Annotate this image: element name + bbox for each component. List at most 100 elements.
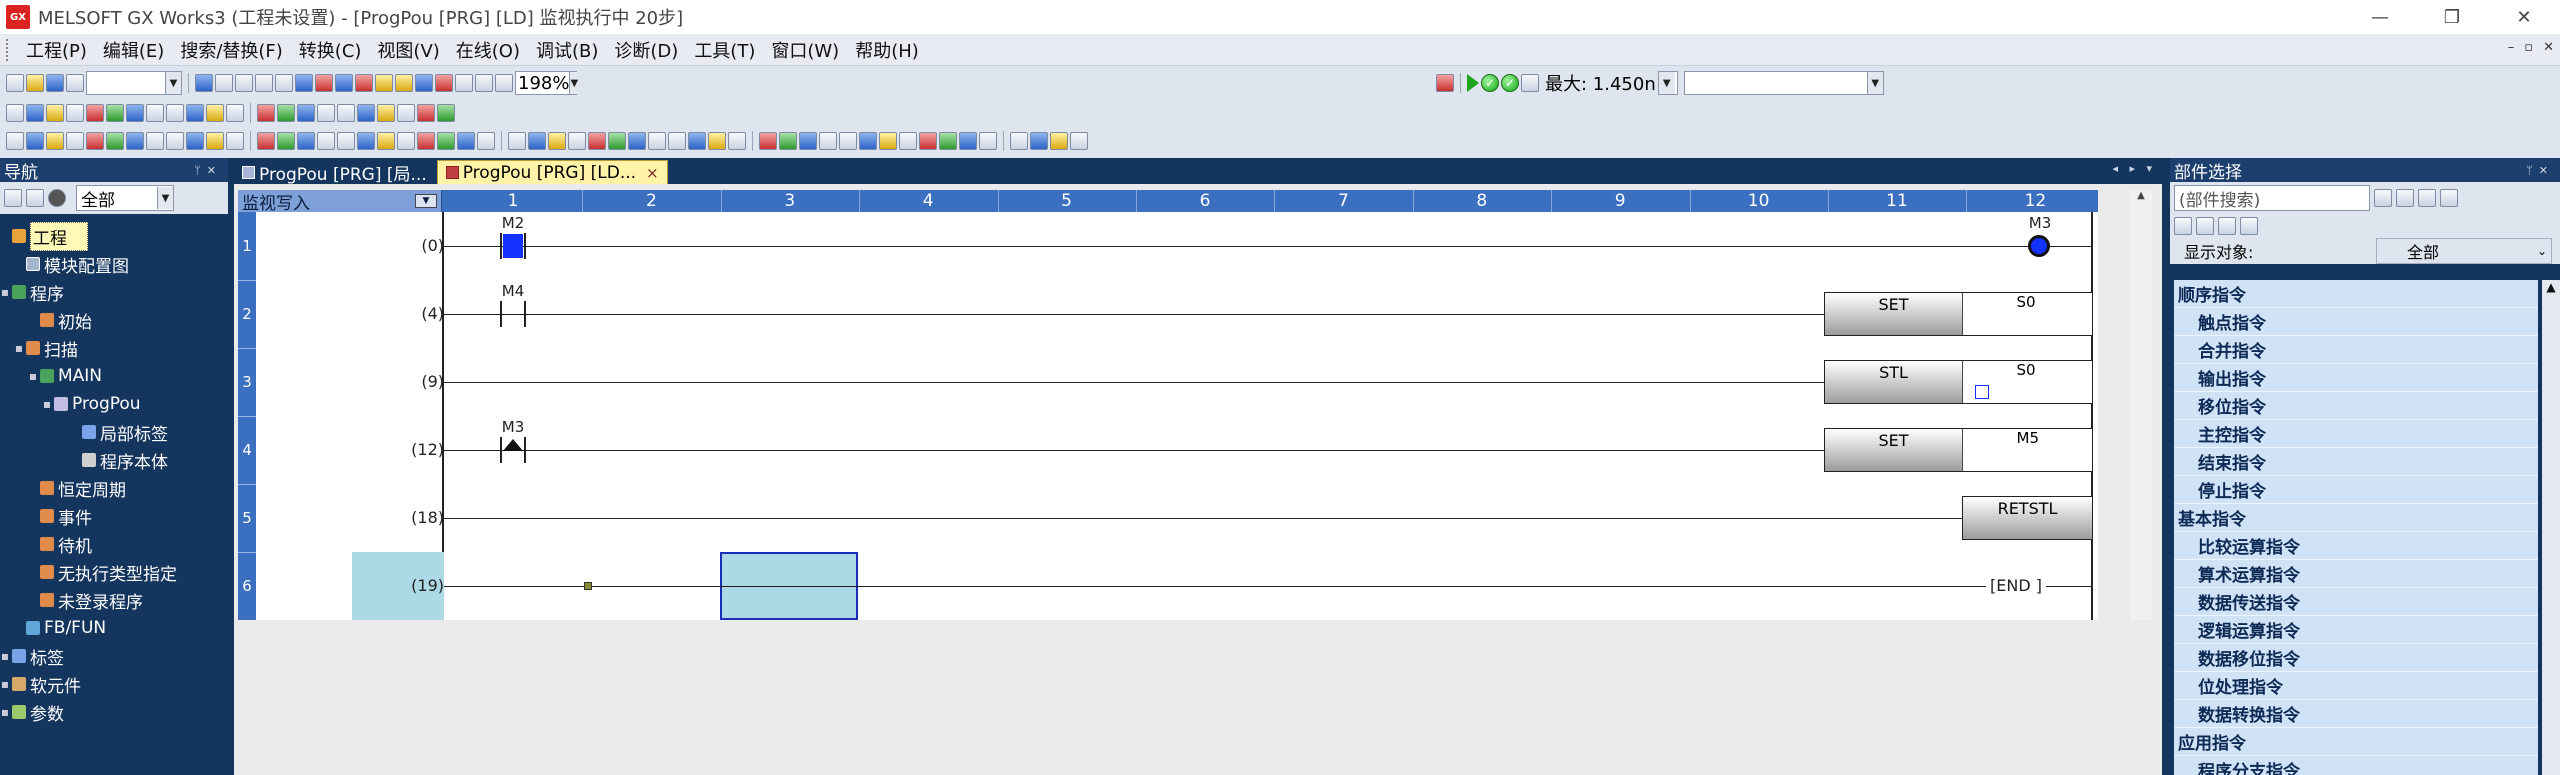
- menu-item[interactable]: 帮助(H): [847, 37, 927, 63]
- menu-item[interactable]: 在线(O): [448, 37, 528, 63]
- ladder-symbol-tool-icon[interactable]: [186, 132, 204, 150]
- ladder-edit-tool-icon[interactable]: [226, 104, 244, 122]
- ladder-symbol-tool-icon[interactable]: [588, 132, 606, 150]
- coil-m3[interactable]: [2028, 235, 2050, 257]
- ladder-symbol-tool-icon[interactable]: [337, 132, 355, 150]
- ladder-edit-tool-icon[interactable]: [46, 104, 64, 122]
- parts-item[interactable]: 数据传送指令: [2174, 588, 2538, 616]
- tree-expand-icon[interactable]: ▪: [0, 285, 10, 299]
- menu-item[interactable]: 视图(V): [369, 37, 447, 63]
- parts-item[interactable]: 数据转换指令: [2174, 700, 2538, 728]
- ladder-symbol-tool-icon[interactable]: [799, 132, 817, 150]
- ladder-edit-tool-icon[interactable]: [66, 104, 84, 122]
- device-test-icon[interactable]: [415, 74, 433, 92]
- parts-item[interactable]: 数据移位指令: [2174, 644, 2538, 672]
- search-settings-icon[interactable]: [2440, 189, 2458, 207]
- tree-item[interactable]: 工程: [0, 221, 228, 251]
- tree-item[interactable]: ▪ ProgPou: [0, 390, 228, 418]
- redo-icon[interactable]: [275, 74, 293, 92]
- ladder-edit-tool-icon[interactable]: [317, 104, 335, 122]
- search-options-icon[interactable]: [2374, 189, 2392, 207]
- menu-item[interactable]: 窗口(W): [763, 37, 847, 63]
- scroll-up-icon[interactable]: ▲: [2130, 190, 2152, 206]
- parts-scrollbar[interactable]: ▲: [2542, 280, 2560, 775]
- pin-icon[interactable]: ᛘ✕: [2526, 164, 2554, 177]
- stl-s0-instruction[interactable]: STL S0: [1824, 360, 2093, 404]
- zoom-combo[interactable]: 198% ▼: [515, 71, 579, 95]
- ladder-symbol-tool-icon[interactable]: [959, 132, 977, 150]
- tree-item[interactable]: 事件: [0, 502, 228, 530]
- ladder-symbol-tool-icon[interactable]: [477, 132, 495, 150]
- ladder-symbol-tool-icon[interactable]: [457, 132, 475, 150]
- ladder-symbol-tool-icon[interactable]: [437, 132, 455, 150]
- paste-icon[interactable]: [235, 74, 253, 92]
- mdi-close-icon[interactable]: ✕: [2543, 40, 2554, 55]
- tree-expand-icon[interactable]: ▪: [14, 341, 24, 355]
- monitor-start-icon[interactable]: [375, 74, 393, 92]
- ladder-edit-tool-icon[interactable]: [146, 104, 164, 122]
- properties-icon[interactable]: [2240, 217, 2258, 235]
- ladder-symbol-tool-icon[interactable]: [779, 132, 797, 150]
- tree-item[interactable]: 初始: [0, 306, 228, 334]
- ladder-symbol-tool-icon[interactable]: [839, 132, 857, 150]
- ladder-symbol-tool-icon[interactable]: [668, 132, 686, 150]
- restore-button[interactable]: ❐: [2416, 0, 2488, 34]
- ladder-symbol-tool-icon[interactable]: [728, 132, 746, 150]
- tree-item[interactable]: 无执行类型指定: [0, 558, 228, 586]
- search-history-icon[interactable]: [2396, 189, 2414, 207]
- set-s0-instruction[interactable]: SET S0: [1824, 292, 2093, 336]
- tree-item[interactable]: ▪ 扫描: [0, 334, 228, 362]
- ladder-edit-tool-icon[interactable]: [257, 104, 275, 122]
- ladder-edit-tool-icon[interactable]: [377, 104, 395, 122]
- ladder-edit-tool-icon[interactable]: [357, 104, 375, 122]
- search-clear-icon[interactable]: [2418, 189, 2436, 207]
- ladder-symbol-tool-icon[interactable]: [126, 132, 144, 150]
- ladder-symbol-tool-icon[interactable]: [899, 132, 917, 150]
- menu-item[interactable]: 诊断(D): [606, 37, 686, 63]
- ladder-symbol-tool-icon[interactable]: [919, 132, 937, 150]
- zoom-fit-icon[interactable]: [495, 74, 513, 92]
- parts-item[interactable]: 位处理指令: [2174, 672, 2538, 700]
- ladder-symbol-tool-icon[interactable]: [206, 132, 224, 150]
- ladder-symbol-tool-icon[interactable]: [508, 132, 526, 150]
- display-target-combo[interactable]: 全部 ⌄: [2376, 238, 2552, 264]
- read-from-plc-icon[interactable]: [295, 74, 313, 92]
- tree-expand-icon[interactable]: ▪: [42, 397, 52, 411]
- expand-tree-icon[interactable]: [4, 189, 22, 207]
- scroll-up-icon[interactable]: ▲: [2542, 280, 2560, 298]
- parts-item[interactable]: 移位指令: [2174, 392, 2538, 420]
- play-icon[interactable]: [1467, 74, 1479, 92]
- tab-local-label[interactable]: ProgPou [PRG] [局...: [234, 160, 435, 185]
- menu-grip[interactable]: [6, 38, 12, 61]
- ladder-symbol-tool-icon[interactable]: [86, 132, 104, 150]
- parts-category[interactable]: 应用指令: [2174, 728, 2538, 756]
- ladder-symbol-tool-icon[interactable]: [66, 132, 84, 150]
- open-project-icon[interactable]: [26, 74, 44, 92]
- parts-item[interactable]: 结束指令: [2174, 448, 2538, 476]
- ladder-edit-tool-icon[interactable]: [126, 104, 144, 122]
- menu-item[interactable]: 工具(T): [686, 37, 763, 63]
- tree-item[interactable]: 恒定周期: [0, 474, 228, 502]
- ladder-edit-tool-icon[interactable]: [26, 104, 44, 122]
- gear-icon[interactable]: [48, 189, 66, 207]
- contact-m4[interactable]: [500, 301, 526, 327]
- ladder-symbol-tool-icon[interactable]: [417, 132, 435, 150]
- mdi-restore-icon[interactable]: ▫: [2524, 40, 2533, 55]
- right-splitter[interactable]: [2162, 158, 2170, 775]
- collapse-tree-icon[interactable]: [26, 189, 44, 207]
- ladder-symbol-tool-icon[interactable]: [226, 132, 244, 150]
- ladder-symbol-tool-icon[interactable]: [648, 132, 666, 150]
- tree-item[interactable]: 程序本体: [0, 446, 228, 474]
- menu-item[interactable]: 搜索/替换(F): [172, 37, 290, 63]
- toolbar-blank-combo[interactable]: ▼: [86, 71, 182, 95]
- parts-category[interactable]: 顺序指令: [2174, 280, 2538, 308]
- ladder-symbol-tool-icon[interactable]: [879, 132, 897, 150]
- ladder-edit-tool-icon[interactable]: [166, 104, 184, 122]
- ladder-edit-tool-icon[interactable]: [206, 104, 224, 122]
- tab-scroll-icons[interactable]: ◂ ▸ ▾: [2112, 162, 2156, 175]
- ladder-symbol-tool-icon[interactable]: [357, 132, 375, 150]
- undo-icon[interactable]: [255, 74, 273, 92]
- ladder-canvas[interactable]: 监视写入 ▼ 1 2 3 4 5 6 7 8 9 10 11 12 123456 (0) (4) (9)(…: [238, 190, 2098, 620]
- status-combo[interactable]: ▼: [1683, 71, 1884, 95]
- tree-item[interactable]: 未登录程序: [0, 586, 228, 614]
